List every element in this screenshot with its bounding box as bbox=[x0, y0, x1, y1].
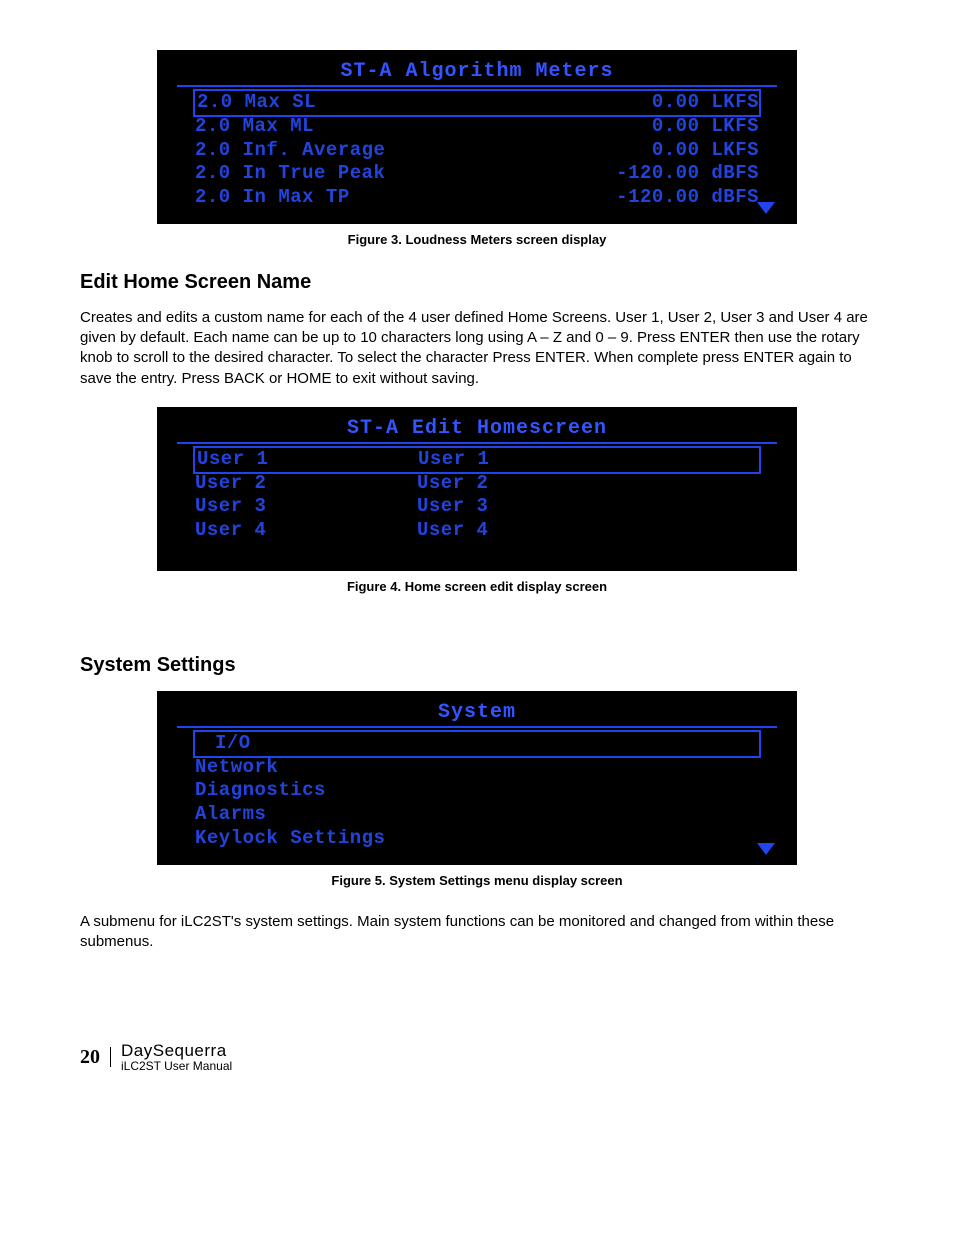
lcd-title: System bbox=[177, 701, 777, 728]
footer-manual: iLC2ST User Manual bbox=[121, 1060, 232, 1073]
lcd-row-value: 0.00 LKFS bbox=[316, 91, 759, 115]
lcd-row-value: User 1 bbox=[268, 448, 759, 472]
lcd-row: 2.0 In Max TP-120.00 dBFS bbox=[177, 186, 777, 210]
page-footer: 20 DaySequerra iLC2ST User Manual bbox=[80, 1042, 874, 1072]
lcd-row: Diagnostics bbox=[177, 779, 777, 803]
lcd-row-label: 2.0 In Max TP bbox=[195, 186, 350, 210]
lcd-row: User 1User 1 bbox=[193, 446, 761, 474]
lcd-row-label: User 4 bbox=[195, 519, 266, 543]
heading-system-settings: System Settings bbox=[80, 654, 874, 677]
lcd-row-label: User 2 bbox=[195, 472, 266, 496]
figure-caption: Figure 4. Home screen edit display scree… bbox=[80, 579, 874, 594]
lcd-row-value: User 3 bbox=[266, 495, 759, 519]
paragraph-edit-home: Creates and edits a custom name for each… bbox=[80, 308, 874, 389]
heading-edit-home: Edit Home Screen Name bbox=[80, 271, 874, 294]
lcd-row: User 3User 3 bbox=[177, 495, 777, 519]
lcd-row: User 2User 2 bbox=[177, 472, 777, 496]
footer-brand: DaySequerra bbox=[121, 1042, 232, 1060]
lcd-row-value: -120.00 dBFS bbox=[385, 162, 759, 186]
lcd-row-label: Diagnostics bbox=[195, 779, 326, 803]
scroll-down-icon bbox=[757, 843, 775, 855]
page-number: 20 bbox=[80, 1047, 111, 1067]
lcd-row-label: Keylock Settings bbox=[195, 827, 385, 851]
lcd-edit-homescreen: ST-A Edit Homescreen User 1User 1User 2U… bbox=[157, 407, 797, 571]
figure-caption: Figure 5. System Settings menu display s… bbox=[80, 873, 874, 888]
lcd-row-label: User 1 bbox=[195, 448, 268, 472]
lcd-row-value: -120.00 dBFS bbox=[350, 186, 759, 210]
lcd-row: 2.0 Max SL0.00 LKFS bbox=[193, 89, 761, 117]
lcd-row: 2.0 Inf. Average0.00 LKFS bbox=[177, 139, 777, 163]
lcd-row: Alarms bbox=[177, 803, 777, 827]
lcd-row: 2.0 Max ML0.00 LKFS bbox=[177, 115, 777, 139]
lcd-row-value: User 2 bbox=[266, 472, 759, 496]
lcd-row-label: 2.0 In True Peak bbox=[195, 162, 385, 186]
lcd-meters: ST-A Algorithm Meters 2.0 Max SL0.00 LKF… bbox=[157, 50, 797, 224]
figure-caption: Figure 3. Loudness Meters screen display bbox=[80, 232, 874, 247]
lcd-row: 2.0 In True Peak-120.00 dBFS bbox=[177, 162, 777, 186]
lcd-row-label: 2.0 Inf. Average bbox=[195, 139, 385, 163]
lcd-row-label: User 3 bbox=[195, 495, 266, 519]
lcd-row-value: User 4 bbox=[266, 519, 759, 543]
lcd-row: User 4User 4 bbox=[177, 519, 777, 543]
lcd-row-label: 2.0 Max SL bbox=[195, 91, 316, 115]
lcd-title: ST-A Algorithm Meters bbox=[177, 60, 777, 87]
lcd-row-label: I/O bbox=[213, 732, 251, 756]
lcd-title: ST-A Edit Homescreen bbox=[177, 417, 777, 444]
scroll-down-icon bbox=[757, 202, 775, 214]
lcd-row-value: 0.00 LKFS bbox=[385, 139, 759, 163]
lcd-row-value: 0.00 LKFS bbox=[314, 115, 759, 139]
lcd-row-label: 2.0 Max ML bbox=[195, 115, 314, 139]
paragraph-system-settings: A submenu for iLC2ST's system settings. … bbox=[80, 912, 874, 953]
lcd-system: System I/ONetworkDiagnosticsAlarmsKeyloc… bbox=[157, 691, 797, 865]
lcd-row: I/O bbox=[193, 730, 761, 758]
lcd-row-label: Network bbox=[195, 756, 278, 780]
lcd-row-label: Alarms bbox=[195, 803, 266, 827]
lcd-row: Keylock Settings bbox=[177, 827, 777, 851]
lcd-row: Network bbox=[177, 756, 777, 780]
